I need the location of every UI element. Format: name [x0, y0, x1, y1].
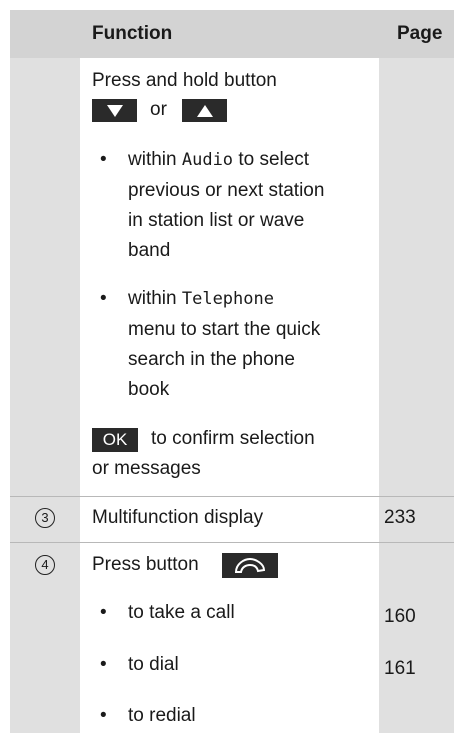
- row4-bullet2: to dial: [128, 654, 179, 675]
- row4-bullet3: to redial: [128, 705, 196, 726]
- header-page: Page: [397, 23, 443, 44]
- bullet-audio-line4: band: [128, 240, 171, 261]
- bullet-telephone-line4: book: [128, 379, 170, 400]
- bullet-audio-line3: in station list or wave: [128, 210, 305, 231]
- ok-line2: or messages: [92, 458, 201, 479]
- bullet-audio-line2: previous or next station: [128, 180, 325, 201]
- or-text: or: [150, 99, 167, 120]
- ok-line1: to confirm selection: [151, 428, 315, 449]
- bullet-telephone-line3: search in the phone: [128, 349, 295, 370]
- down-button-icon: [92, 99, 137, 122]
- column-marker: [10, 10, 80, 733]
- marker-4-icon: 4: [35, 555, 55, 575]
- row-divider: [10, 542, 454, 543]
- row-divider: [10, 496, 454, 497]
- up-button-icon: [182, 99, 227, 122]
- row3-page: 233: [384, 507, 416, 528]
- row4-press-text: Press button: [92, 554, 199, 575]
- header-function: Function: [92, 23, 173, 44]
- bullet-telephone-line1: within Telephone: [128, 288, 274, 309]
- ok-button-icon: OK: [92, 428, 138, 452]
- row3-text: Multifunction display: [92, 507, 264, 528]
- bullet-audio-line1: within Audio to select: [128, 149, 310, 170]
- marker-3-icon: 3: [35, 508, 55, 528]
- row4-page1: 160: [384, 606, 416, 627]
- bullet-icon: •: [100, 705, 107, 726]
- bullet-icon: •: [100, 149, 107, 170]
- bullet-icon: •: [100, 288, 107, 309]
- phone-call-icon: [222, 553, 278, 578]
- row4-bullet1: to take a call: [128, 602, 235, 623]
- press-hold-text: Press and hold button: [92, 70, 277, 91]
- table-header: [10, 10, 454, 58]
- bullet-telephone-line2: menu to start the quick: [128, 319, 321, 340]
- bullet-icon: •: [100, 602, 107, 623]
- row4-page2: 161: [384, 658, 416, 679]
- manual-table: Function Page Press and hold button or •…: [0, 0, 454, 733]
- bullet-icon: •: [100, 654, 107, 675]
